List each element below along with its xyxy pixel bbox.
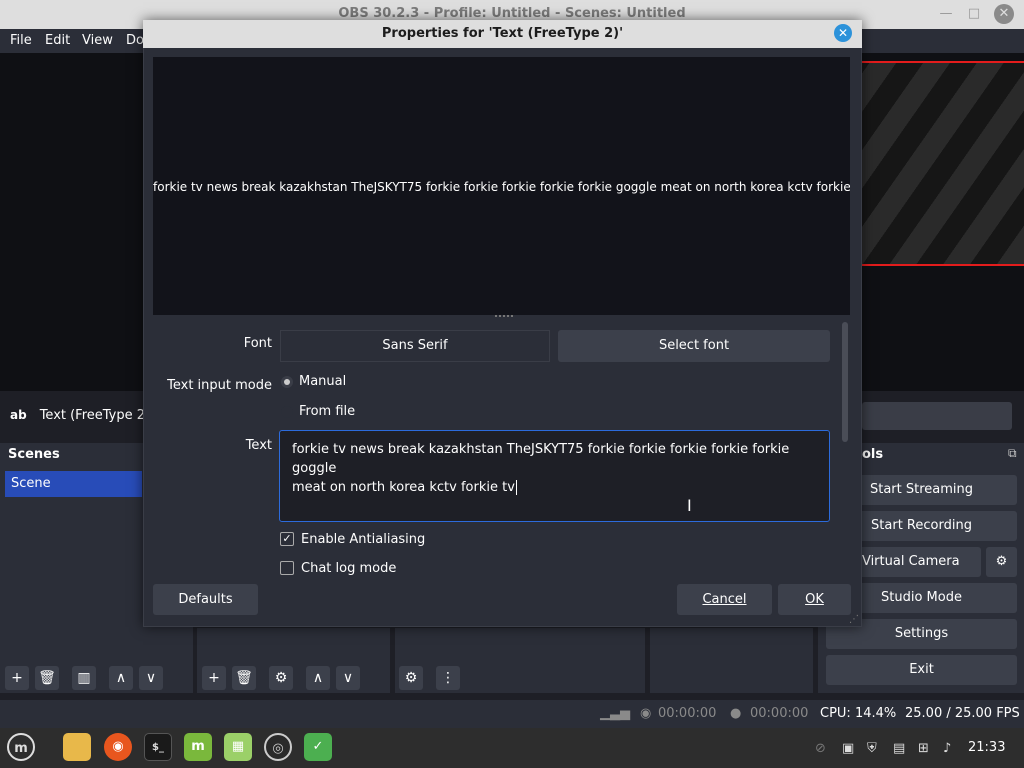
controls-header: ols [862, 447, 884, 462]
menu-view[interactable]: View [82, 33, 113, 48]
obs-icon[interactable]: ◎ [264, 733, 292, 761]
mintinstall-icon[interactable]: m [184, 733, 212, 761]
scene-list-item[interactable]: Scene [5, 471, 142, 497]
menu-edit[interactable]: Edit [45, 33, 70, 48]
font-label: Font [243, 336, 272, 351]
spreadsheet-icon[interactable]: ▦ [224, 733, 252, 761]
transitions-dock [650, 628, 813, 693]
ok-button[interactable]: OK [778, 584, 851, 615]
virtual-camera-settings-icon[interactable]: ⚙ [986, 547, 1017, 577]
tray-network-icon[interactable]: ⊞ [918, 741, 929, 756]
text-input[interactable]: forkie tv news break kazakhstan TheJSKYT… [279, 430, 830, 522]
mint-menu-icon[interactable]: m [7, 733, 35, 761]
files-icon[interactable] [63, 733, 91, 761]
select-font-button[interactable]: Select font [558, 330, 830, 362]
window-title: OBS 30.2.3 - Profile: Untitled - Scenes:… [338, 6, 686, 21]
move-up-icon[interactable]: ∧ [109, 666, 133, 690]
cpu-usage: CPU: 14.4% [820, 706, 897, 721]
audio-menu-icon[interactable]: ⋮ [436, 666, 460, 690]
undock-icon[interactable]: ⧉ [1008, 446, 1017, 461]
preview-source-stripes [862, 61, 1024, 266]
source-toolbar-field[interactable] [862, 402, 1012, 430]
dialog-title: Properties for 'Text (FreeType 2)' [381, 26, 624, 41]
source-properties-icon[interactable]: ⚙ [269, 666, 293, 690]
minimize-icon[interactable]: — [936, 4, 956, 24]
stream-status-icon: ◉ [640, 706, 652, 721]
terminal-icon[interactable]: $_ [144, 733, 172, 761]
status-bar: ▁▃▅ ◉ 00:00:00 ● 00:00:00 CPU: 14.4% 25.… [0, 700, 1024, 728]
antialiasing-checkbox[interactable]: ✓ [280, 532, 294, 546]
tray-clipboard-icon[interactable]: ▣ [842, 741, 854, 756]
resize-grip-icon[interactable]: ⋰ [849, 614, 859, 625]
audio-settings-icon[interactable]: ⚙ [399, 666, 423, 690]
record-status-icon: ● [730, 706, 742, 721]
text-input-line-2: meat on north korea kctv forkie tv [292, 480, 515, 495]
remove-scene-icon[interactable]: 🗑 [35, 666, 59, 690]
maximize-icon[interactable]: □ [964, 4, 984, 24]
cancel-button[interactable]: Cancel [677, 584, 772, 615]
defaults-button[interactable]: Defaults [153, 584, 258, 615]
shield-icon[interactable]: ✓ [304, 733, 332, 761]
network-signal-icon: ▁▃▅ [600, 706, 630, 721]
preview-rendered-text: forkie tv news break kazakhstan TheJSKYT… [153, 180, 850, 194]
preview-splitter-handle[interactable] [495, 315, 513, 318]
antialiasing-label[interactable]: Enable Antialiasing [301, 532, 425, 547]
tray-volume-icon[interactable]: ♪ [943, 741, 951, 756]
scene-filters-icon[interactable]: ▥ [72, 666, 96, 690]
tray-shield-icon[interactable]: ⛨ [867, 741, 877, 756]
menu-docks[interactable]: Do [126, 33, 144, 48]
move-down-icon[interactable]: ∨ [139, 666, 163, 690]
text-input-line-1: forkie tv news break kazakhstan TheJSKYT… [292, 442, 790, 476]
scrollbar-thumb[interactable] [842, 322, 848, 442]
text-label: Text [245, 438, 272, 453]
from-file-radio[interactable] [281, 406, 293, 418]
tray-update-icon[interactable]: ▤ [893, 741, 905, 756]
manual-radio[interactable] [281, 376, 293, 388]
audio-mixer-dock [395, 628, 645, 693]
selected-source-label: ab Text (FreeType 2) [10, 408, 150, 423]
text-input-mode-label: Text input mode [167, 378, 272, 393]
text-source-icon: ab [10, 408, 27, 422]
chat-log-label[interactable]: Chat log mode [301, 561, 396, 576]
source-up-icon[interactable]: ∧ [306, 666, 330, 690]
from-file-option-label[interactable]: From file [299, 404, 355, 419]
source-down-icon[interactable]: ∨ [336, 666, 360, 690]
chat-log-checkbox[interactable] [280, 561, 294, 575]
add-source-icon[interactable]: + [202, 666, 226, 690]
source-name: Text (FreeType 2) [39, 408, 151, 423]
remove-source-icon[interactable]: 🗑 [232, 666, 256, 690]
scenes-header: Scenes [8, 447, 60, 462]
fps-readout: 25.00 / 25.00 FPS [905, 706, 1020, 721]
firefox-icon[interactable]: ◉ [104, 733, 132, 761]
ibeam-cursor-icon: I [687, 496, 692, 515]
close-window-icon[interactable]: ✕ [994, 4, 1014, 24]
font-name-display: Sans Serif [280, 330, 550, 362]
stream-time: 00:00:00 [658, 706, 717, 721]
record-time: 00:00:00 [750, 706, 809, 721]
clock[interactable]: 21:33 [968, 740, 1005, 755]
exit-button[interactable]: Exit [826, 655, 1017, 685]
dialog-titlebar: Properties for 'Text (FreeType 2)' [143, 20, 862, 48]
menu-file[interactable]: File [10, 33, 32, 48]
tray-status-icon[interactable]: ⊘ [815, 741, 826, 756]
text-caret [515, 480, 517, 495]
dialog-close-icon[interactable]: ✕ [834, 24, 852, 42]
add-scene-icon[interactable]: + [5, 666, 29, 690]
manual-option-label[interactable]: Manual [299, 374, 346, 389]
